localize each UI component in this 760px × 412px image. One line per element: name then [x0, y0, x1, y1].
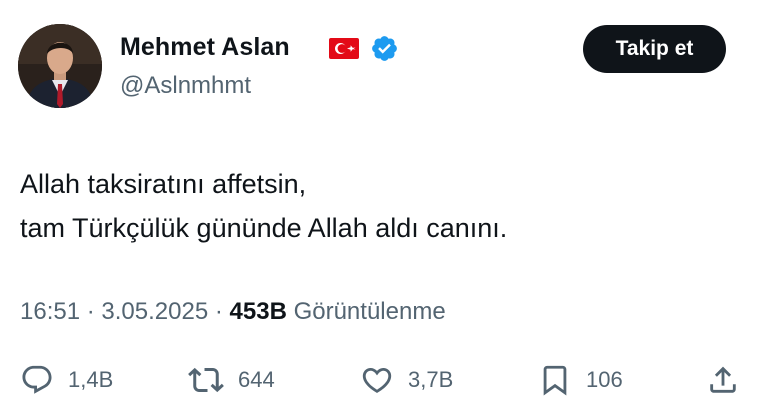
avatar[interactable]: [18, 24, 102, 108]
meta-separator: ·: [86, 298, 95, 325]
reply-count: 1,4B: [68, 367, 114, 392]
turkey-flag-icon: [329, 38, 359, 59]
tweet-text-line: tam Türkçülük gününde Allah aldı canını.: [20, 213, 508, 243]
tweet-time[interactable]: 16:51: [20, 298, 80, 325]
repost-icon: [188, 367, 224, 393]
tweet-text: Allah taksiratını affetsin, tam Türkçülü…: [20, 162, 507, 250]
repost-count: 644: [238, 367, 275, 392]
share-button[interactable]: [706, 360, 740, 400]
meta-separator: ·: [214, 298, 223, 325]
bookmark-icon: [543, 365, 567, 396]
repost-button[interactable]: 644: [188, 360, 275, 400]
bookmark-button[interactable]: 106: [538, 360, 623, 400]
tweet-text-line: Allah taksiratını affetsin,: [20, 169, 307, 199]
views-label: Görüntülenme: [293, 298, 446, 325]
tweet-meta: 16:51 · 3.05.2025 · 453B Görüntülenme: [20, 298, 446, 326]
follow-button[interactable]: Takip et: [583, 25, 726, 73]
tweet-date[interactable]: 3.05.2025: [101, 298, 208, 325]
verified-badge-icon: [372, 36, 397, 61]
heart-icon: [362, 367, 392, 393]
like-count: 3,7B: [408, 367, 454, 392]
reply-icon: [22, 365, 52, 394]
reply-button[interactable]: 1,4B: [20, 360, 113, 400]
author-handle[interactable]: @Aslnmhmt: [120, 72, 251, 100]
author-name[interactable]: Mehmet Aslan: [120, 33, 290, 62]
like-button[interactable]: 3,7B: [360, 360, 453, 400]
tweet-card: Mehmet Aslan @Aslnmhmt Takip et Allah ta…: [0, 0, 760, 412]
views-count: 453B: [229, 298, 287, 325]
share-icon: [710, 366, 736, 393]
bookmark-count: 106: [586, 367, 623, 392]
